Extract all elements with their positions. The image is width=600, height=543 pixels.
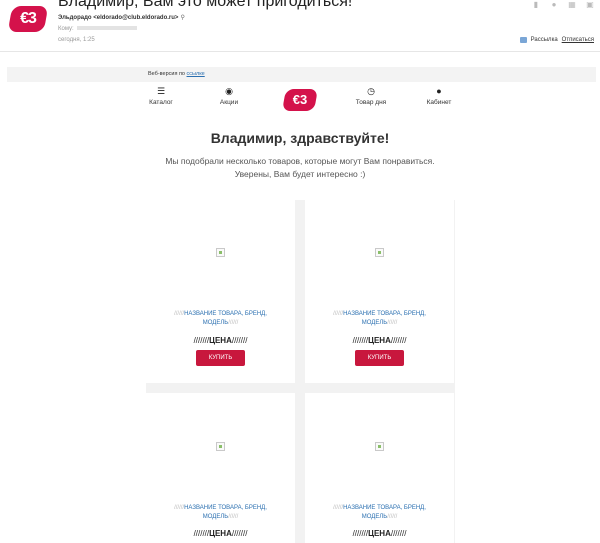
product-card: //////НАЗВАНИЕ ТОВАРА, БРЕНД, МОДЕЛЬ////… (146, 200, 295, 383)
product-name[interactable]: //////НАЗВАНИЕ ТОВАРА, БРЕНД, МОДЕЛЬ////… (158, 504, 283, 522)
mail-header: €3 Владимир, Вам это может пригодиться! … (0, 0, 600, 52)
intro-text: Мы подобрали несколько товаров, которые … (120, 155, 480, 181)
web-version-text: Веб-версия по ссылке (148, 71, 205, 77)
product-image[interactable] (375, 248, 384, 257)
product-image[interactable] (375, 442, 384, 451)
web-version-prefix: Веб-версия по (148, 71, 187, 77)
alarm-clock-icon: ◷ (367, 86, 375, 96)
unsubscribe-link[interactable]: Отписаться (562, 37, 594, 43)
product-name[interactable]: //////НАЗВАНИЕ ТОВАРА, БРЕНД, МОДЕЛЬ////… (317, 504, 442, 522)
greeting-heading: Владимир, здравствуйте! (210, 130, 390, 146)
expand-icon[interactable]: ▣ (586, 1, 594, 9)
nav-promotions-label: Акции (219, 99, 239, 106)
mailing-list-icon (519, 37, 527, 43)
product-price: ///////ЦЕНА/////// (352, 529, 407, 538)
nav-account-label: Кабинет (426, 99, 452, 106)
mail-subject: Владимир, Вам это может пригодиться! (58, 0, 353, 10)
percent-icon: ◉ (225, 86, 233, 96)
product-price: ///////ЦЕНА/////// (193, 336, 248, 345)
nav-deal-of-day[interactable]: ◷ Товар дня (351, 86, 391, 106)
sender-avatar: €3 (7, 6, 49, 32)
product-image[interactable] (216, 442, 225, 451)
web-version-bar (7, 67, 596, 82)
user-icon: ● (436, 86, 442, 96)
mail-to-label: Кому: (58, 26, 74, 32)
product-price: ///////ЦЕНА/////// (352, 336, 407, 345)
product-price: ///////ЦЕНА/////// (193, 529, 248, 538)
product-card: //////НАЗВАНИЕ ТОВАРА, БРЕНД, МОДЕЛЬ////… (146, 393, 295, 543)
magnifier-icon[interactable]: ⚲ (180, 15, 184, 21)
intro-line-2: Уверены, Вам будет интересно :) (234, 169, 366, 179)
product-card: //////НАЗВАНИЕ ТОВАРА, БРЕНД, МОДЕЛЬ////… (305, 393, 454, 543)
recipient-redacted (76, 26, 137, 31)
mail-from[interactable]: Эльдорадо <eldorado@club.eldorado.ru> ⚲ (58, 14, 185, 21)
nav-catalog-label: Каталог (149, 99, 173, 106)
mail-from-text[interactable]: Эльдорадо <eldorado@club.eldorado.ru> (58, 15, 178, 21)
product-name[interactable]: //////НАЗВАНИЕ ТОВАРА, БРЕНД, МОДЕЛЬ////… (317, 310, 442, 328)
product-image[interactable] (216, 248, 225, 257)
eldorado-logo[interactable]: €3 (282, 89, 318, 111)
nav-catalog[interactable]: ☰ Каталог (141, 86, 181, 106)
buy-button[interactable]: КУПИТЬ (355, 350, 404, 366)
nav-deal-label: Товар дня (355, 99, 387, 106)
nav-promotions[interactable]: ◉ Акции (209, 86, 249, 106)
mail-actions: Рассылка Отписаться (519, 37, 594, 43)
menu-icon: ☰ (156, 86, 166, 96)
mail-date: сегодня, 1:25 (58, 37, 95, 43)
mailing-link[interactable]: Рассылка (531, 37, 558, 43)
mail-toolbar: ▮ ● ▦ ▣ (532, 1, 594, 9)
nav-account[interactable]: ● Кабинет (419, 86, 459, 106)
web-version-link[interactable]: ссылке (187, 71, 205, 77)
dot-icon[interactable]: ● (550, 1, 558, 9)
product-card: //////НАЗВАНИЕ ТОВАРА, БРЕНД, МОДЕЛЬ////… (305, 200, 454, 383)
bookmark-icon[interactable]: ▮ (532, 1, 540, 9)
print-icon[interactable]: ▦ (568, 1, 576, 9)
product-name[interactable]: //////НАЗВАНИЕ ТОВАРА, БРЕНД, МОДЕЛЬ////… (158, 310, 283, 328)
header-divider (0, 51, 600, 52)
buy-button[interactable]: КУПИТЬ (196, 350, 245, 366)
intro-line-1: Мы подобрали несколько товаров, которые … (165, 156, 435, 166)
mail-to: Кому: (58, 26, 137, 32)
